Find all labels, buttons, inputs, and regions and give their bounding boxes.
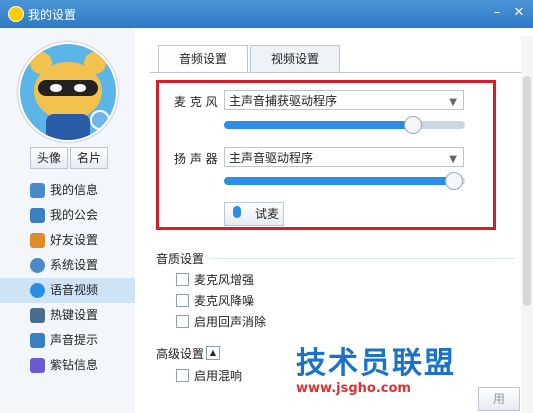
sidebar-item-friend-settings[interactable]: 好友设置 [0, 228, 135, 253]
speaker-label: 扬 声 器 [174, 152, 218, 166]
microphone-icon [233, 206, 241, 218]
speaker-device-value: 主声音驱动程序 [229, 151, 314, 165]
verified-badge-icon [90, 110, 110, 130]
card-button[interactable]: 名片 [70, 147, 108, 169]
music-note-icon [30, 333, 45, 348]
echo-cancel-label: 启用回声消除 [194, 315, 267, 329]
speaker-device-select[interactable]: 主声音驱动程序 ▼ [224, 147, 464, 167]
title-bar: 我的设置 – ✕ [0, 0, 533, 28]
watermark: 技术员联盟 www.jsgho.com [296, 346, 516, 396]
tab-audio-settings[interactable]: 音频设置 [158, 45, 248, 72]
sidebar-item-my-info[interactable]: 我的信息 [0, 178, 135, 203]
mic-volume-knob[interactable] [404, 116, 422, 134]
sidebar-item-label: 系统设置 [50, 258, 99, 272]
sidebar-item-sound-alerts[interactable]: 声音提示 [0, 328, 135, 353]
sidebar-item-my-guild[interactable]: 我的公会 [0, 203, 135, 228]
minimize-icon[interactable]: – [488, 4, 506, 22]
sidebar-item-label: 我的信息 [50, 183, 99, 197]
speaker-volume-knob[interactable] [445, 172, 463, 190]
speaker-volume-slider[interactable] [224, 172, 465, 190]
sidebar-item-label: 语音视频 [50, 283, 99, 297]
echo-cancel-checkbox[interactable] [176, 315, 189, 328]
sidebar-item-label: 好友设置 [50, 233, 99, 247]
watermark-url: www.jsgho.com [296, 381, 411, 396]
mic-boost-label: 麦克风增强 [194, 273, 255, 287]
divider [210, 258, 515, 259]
chevron-down-icon: ▼ [449, 154, 457, 165]
sidebar-item-label: 热键设置 [50, 308, 99, 322]
friends-icon [30, 233, 45, 248]
sidebar-item-system-settings[interactable]: 系统设置 [0, 253, 135, 278]
avatar[interactable] [18, 42, 118, 142]
quality-section-title: 音质设置 [156, 252, 205, 266]
mic-device-select[interactable]: 主声音捕获驱动程序 ▼ [224, 90, 464, 110]
reverb-checkbox[interactable] [176, 369, 189, 382]
sidebar-item-label: 紫钻信息 [50, 358, 99, 372]
mic-noise-reduction-label: 麦克风降噪 [194, 294, 255, 308]
sidebar-item-label: 我的公会 [50, 208, 99, 222]
profile-card-icon [30, 183, 45, 198]
app-logo-icon [8, 6, 24, 22]
watermark-title: 技术员联盟 [296, 346, 456, 381]
mic-boost-checkbox[interactable] [176, 273, 189, 286]
sidebar: 头像 名片 我的信息 我的公会 好友设置 系统设置 语音视频 热键设置 声音提示… [0, 28, 135, 413]
speaker-volume-fill [224, 177, 453, 185]
avatar-button[interactable]: 头像 [30, 147, 68, 169]
gear-icon [30, 258, 45, 273]
scrollbar[interactable] [521, 36, 533, 413]
test-mic-label: 试麦 [255, 207, 280, 221]
mic-noise-reduction-checkbox[interactable] [176, 294, 189, 307]
mic-label: 麦 克 风 [174, 95, 218, 109]
keyboard-icon [30, 308, 45, 323]
sidebar-item-hotkey-settings[interactable]: 热键设置 [0, 303, 135, 328]
flag-icon [30, 208, 45, 223]
tab-video-settings[interactable]: 视频设置 [250, 45, 340, 72]
sidebar-item-voice-video[interactable]: 语音视频 [0, 278, 135, 303]
voice-video-icon [30, 283, 45, 298]
chevron-up-icon[interactable]: ▲ [206, 346, 220, 360]
chevron-down-icon: ▼ [449, 97, 457, 108]
close-icon[interactable]: ✕ [510, 4, 528, 22]
mic-volume-fill [224, 121, 412, 129]
reverb-label: 启用混响 [194, 369, 243, 383]
mic-volume-slider[interactable] [224, 116, 465, 134]
mic-device-value: 主声音捕获驱动程序 [229, 94, 338, 108]
scrollbar-thumb[interactable] [523, 76, 531, 306]
advanced-section-title: 高级设置 [156, 347, 205, 361]
sidebar-item-label: 声音提示 [50, 333, 99, 347]
test-mic-button[interactable]: 试麦 [224, 202, 284, 226]
diamond-icon [30, 358, 45, 373]
sidebar-menu: 我的信息 我的公会 好友设置 系统设置 语音视频 热键设置 声音提示 紫钻信息 [0, 178, 135, 378]
window-title: 我的设置 [28, 8, 77, 22]
sidebar-item-purple-diamond[interactable]: 紫钻信息 [0, 353, 135, 378]
